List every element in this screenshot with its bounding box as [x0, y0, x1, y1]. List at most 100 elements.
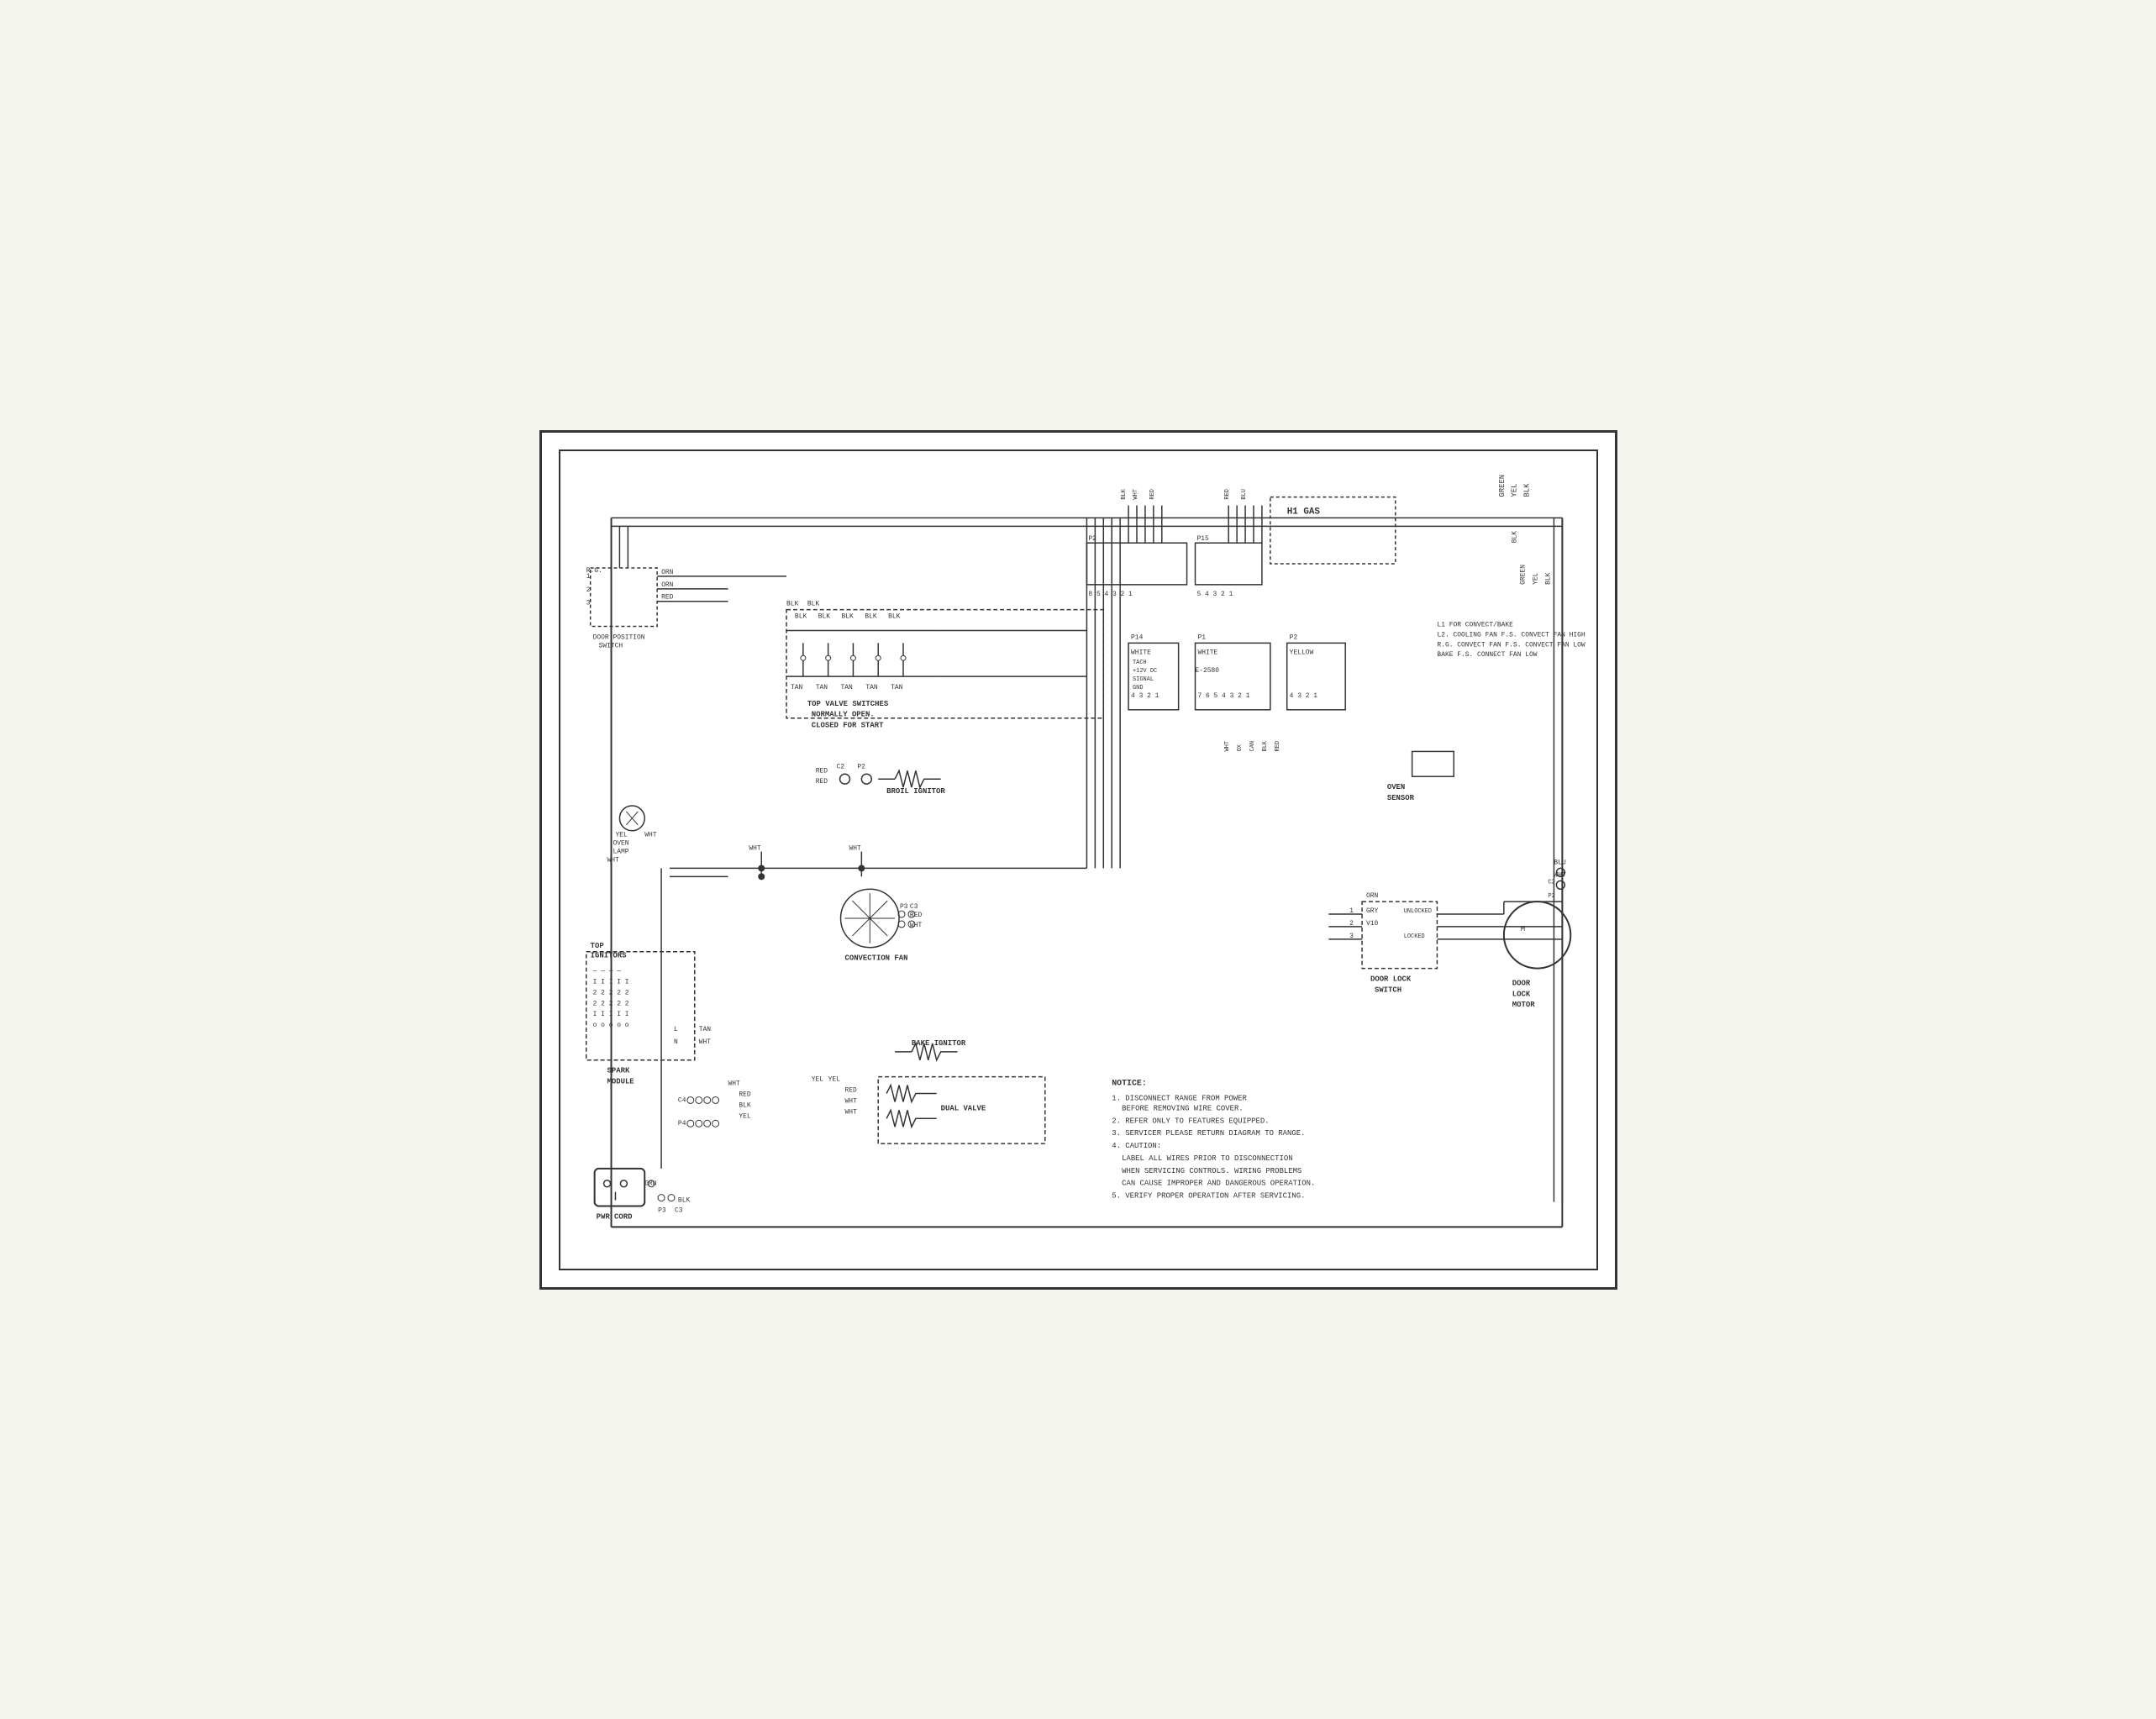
svg-text:YEL: YEL [828, 1075, 840, 1083]
svg-text:L: L [673, 1026, 677, 1033]
svg-text:P2: P2 [1088, 535, 1096, 543]
svg-text:P2: P2 [1289, 633, 1297, 641]
svg-text:WHT: WHT [607, 856, 619, 864]
svg-text:NORMALLY OPEN.: NORMALLY OPEN. [811, 710, 874, 718]
svg-text:4. CAUTION:: 4. CAUTION: [1112, 1142, 1161, 1150]
svg-text:E-2580: E-2580 [1195, 667, 1219, 675]
svg-text:2. REFER ONLY TO FEATURES EQUI: 2. REFER ONLY TO FEATURES EQUIPPED. [1112, 1117, 1269, 1125]
svg-text:8 5 4 3 2 1: 8 5 4 3 2 1 [1088, 590, 1133, 597]
svg-text:P14: P14 [1131, 633, 1144, 641]
svg-text:BLK: BLK [1121, 488, 1128, 499]
svg-text:GRY: GRY [1366, 907, 1379, 915]
svg-text:LABEL ALL WIRES PRIOR TO DISCO: LABEL ALL WIRES PRIOR TO DISCONNECTION [1122, 1154, 1292, 1162]
svg-text:WHT: WHT [844, 1097, 857, 1105]
svg-text:YELLOW: YELLOW [1289, 649, 1313, 656]
svg-text:TOP VALVE SWITCHES: TOP VALVE SWITCHES [807, 699, 888, 707]
svg-text:BLK: BLK [786, 600, 799, 607]
svg-text:BLK: BLK [677, 1196, 690, 1204]
svg-text:RED: RED [1274, 740, 1280, 750]
svg-text:LOCKED: LOCKED [1403, 933, 1424, 939]
svg-text:LAMP: LAMP [613, 848, 628, 855]
svg-text:SIGNAL: SIGNAL [1133, 676, 1154, 683]
svg-text:5. VERIFY PROPER OPERATION AFT: 5. VERIFY PROPER OPERATION AFTER SERVICI… [1112, 1191, 1305, 1200]
svg-text:CONVECTION FAN: CONVECTION FAN [844, 954, 907, 962]
svg-text:LOCK: LOCK [1512, 990, 1530, 998]
svg-text:BLK: BLK [865, 612, 877, 620]
svg-text:RED: RED [1224, 489, 1231, 499]
diagram-inner: H1 GAS BLK GREEN YEL DOOR POSITION SWITC… [559, 449, 1598, 1270]
svg-text:BLK: BLK [1511, 530, 1518, 543]
svg-text:BLU: BLU [1554, 859, 1566, 866]
svg-text:DOOR: DOOR [1512, 979, 1530, 987]
svg-text:BEFORE REMOVING WIRE COVER.: BEFORE REMOVING WIRE COVER. [1122, 1104, 1244, 1112]
svg-text:YEL: YEL [811, 1075, 823, 1083]
svg-text:C4: C4 [677, 1096, 686, 1104]
svg-text:WHT: WHT [844, 1108, 857, 1116]
svg-text:WHT: WHT [1133, 489, 1139, 499]
svg-text:C2: C2 [836, 763, 844, 770]
svg-text:TAN: TAN [865, 683, 878, 691]
svg-text:ORN: ORN [661, 581, 674, 588]
svg-text:ORN: ORN [1366, 892, 1379, 900]
svg-text:P4: P4 [677, 1120, 686, 1128]
svg-text:WHITE: WHITE [1197, 649, 1217, 656]
wiring-diagram: H1 GAS BLK GREEN YEL DOOR POSITION SWITC… [539, 430, 1617, 1290]
svg-text:RED: RED [1149, 489, 1155, 499]
svg-text:WHT: WHT [749, 844, 761, 852]
svg-text:P1: P1 [1197, 633, 1206, 641]
svg-text:3. SERVICER PLEASE RETURN DIAG: 3. SERVICER PLEASE RETURN DIAGRAM TO RAN… [1112, 1129, 1305, 1138]
svg-text:4 3 2 1: 4 3 2 1 [1289, 691, 1317, 699]
svg-text:DOOR POSITION: DOOR POSITION [592, 633, 644, 641]
svg-text:RED: RED [909, 912, 922, 919]
svg-text:TAN: TAN [840, 683, 853, 691]
svg-text:GND: GND [1133, 684, 1144, 691]
svg-text:RED: RED [844, 1086, 857, 1094]
svg-text:L1 FOR CONVECT/BAKE: L1 FOR CONVECT/BAKE [1437, 621, 1513, 628]
svg-text:WHT: WHT [1224, 740, 1231, 751]
svg-text:CAN CAUSE IMPROPER AND DANGERO: CAN CAUSE IMPROPER AND DANGEROUS OPERATI… [1122, 1179, 1315, 1187]
svg-text:N: N [673, 1038, 677, 1045]
svg-text:RED: RED [815, 778, 828, 786]
svg-text:OX: OX [1237, 744, 1244, 751]
svg-text:P15: P15 [1196, 535, 1209, 543]
svg-text:WHT: WHT [728, 1080, 740, 1087]
svg-text:R.G.: R.G. [586, 566, 602, 574]
svg-text:TOP: TOP [590, 941, 603, 949]
svg-text:CLOSED FOR START: CLOSED FOR START [811, 721, 883, 729]
svg-text:P3: P3 [900, 903, 908, 911]
svg-text:BLK: BLK [739, 1101, 751, 1109]
svg-text:BLK: BLK [1544, 572, 1552, 585]
svg-text:YEL: YEL [739, 1112, 751, 1120]
svg-text:NOTICE:: NOTICE: [1112, 1078, 1147, 1087]
svg-text:GREEN: GREEN [1519, 564, 1527, 584]
svg-text:BROIL IGNITOR: BROIL IGNITOR [886, 787, 945, 796]
svg-text:GREEN: GREEN [1497, 474, 1506, 497]
svg-text:C3: C3 [909, 903, 918, 911]
svg-text:5 4 3 2 1: 5 4 3 2 1 [1196, 590, 1233, 597]
svg-text:L2. COOLING FAN F.S. CONVECT F: L2. COOLING FAN F.S. CONVECT FAN HIGH [1437, 631, 1585, 639]
svg-text:YEL: YEL [1510, 483, 1518, 497]
svg-text:3: 3 [586, 599, 590, 607]
svg-text:BLU: BLU [1241, 489, 1248, 499]
svg-text:BLK: BLK [818, 612, 830, 620]
svg-text:MOTOR: MOTOR [1512, 1001, 1534, 1009]
svg-text:OVEN: OVEN [613, 839, 628, 847]
svg-text:R.G. CONVECT FAN F.S. CONVECT: R.G. CONVECT FAN F.S. CONVECT FAN LOW [1437, 641, 1585, 649]
svg-text:OVEN: OVEN [1386, 783, 1404, 791]
svg-text:P2: P2 [857, 763, 865, 770]
svg-text:CAN: CAN [1249, 740, 1256, 751]
svg-text:IGNITORS: IGNITORS [590, 951, 626, 959]
svg-text:DOOR LOCK: DOOR LOCK [1370, 975, 1412, 983]
svg-text:RED: RED [661, 593, 674, 601]
svg-text:SWITCH: SWITCH [1374, 986, 1401, 994]
svg-text:TAN: TAN [698, 1026, 711, 1033]
svg-text:2: 2 [586, 586, 590, 593]
svg-text:BLK: BLK [1261, 740, 1268, 751]
svg-text:YEL: YEL [1532, 572, 1539, 585]
svg-text:BLK: BLK [1522, 482, 1531, 497]
svg-text:7 6 5 4 3 2 1: 7 6 5 4 3 2 1 [1197, 691, 1249, 699]
svg-text:TAN: TAN [815, 683, 828, 691]
svg-text:RED: RED [739, 1091, 751, 1098]
svg-text:BLK: BLK [888, 612, 901, 620]
svg-text:RED: RED [815, 767, 828, 775]
